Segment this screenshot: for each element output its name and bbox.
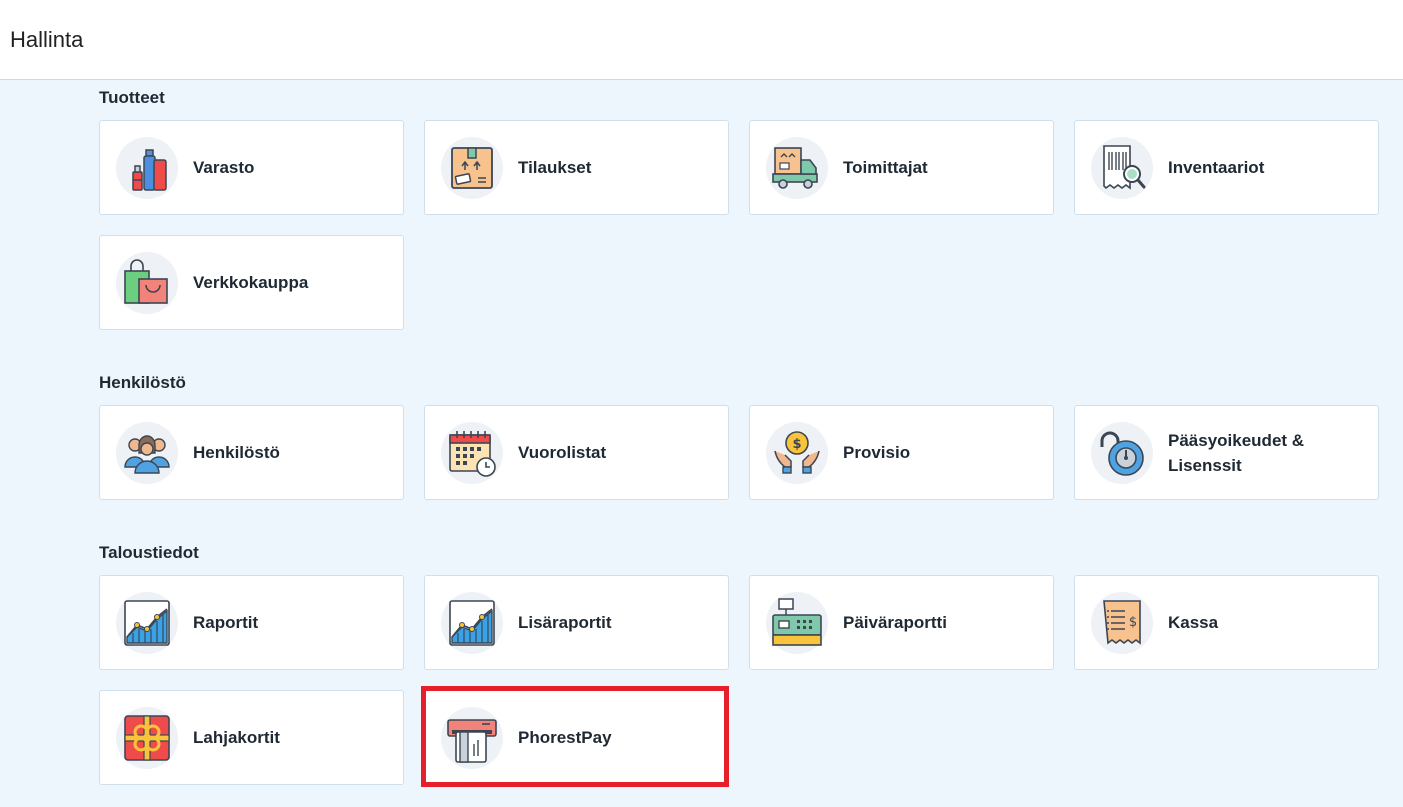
card-lahjakortit[interactable]: Lahjakortit [99,690,404,785]
top-bar: Hallinta [0,0,1403,80]
section-title-staff: Henkilöstö [99,373,186,392]
package-icon [441,137,503,199]
card-label: Raportit [193,613,259,632]
card-paivaraportti[interactable]: Päiväraportti [749,575,1054,670]
card-label: Verkkokauppa [193,273,309,292]
cash-register-icon [766,592,828,654]
page-title: Hallinta [10,27,84,52]
card-label: Kassa [1168,613,1219,632]
svg-text:$: $ [1129,615,1137,630]
card-paasyoikeudet[interactable]: Pääsyoikeudet & Lisenssit [1074,405,1379,500]
coin-hands-icon: $ [766,422,828,484]
card-kassa[interactable]: $ Kassa [1074,575,1379,670]
svg-text:$: $ [792,437,801,452]
card-label: Toimittajat [843,158,928,177]
calendar-clock-icon [441,422,503,484]
card-label: Päiväraportti [843,613,947,632]
shopping-bags-icon [116,252,178,314]
delivery-truck-icon [766,137,828,199]
card-henkilosto[interactable]: Henkilöstö [99,405,404,500]
card-phorestpay[interactable]: PhorestPay [424,690,729,785]
cosmetics-icon [116,137,178,199]
card-label: Pääsyoikeudet & Lisenssit [1168,430,1305,475]
barcode-search-icon [1091,137,1153,199]
card-label: Vuorolistat [518,443,607,462]
card-label: Provisio [843,443,911,462]
card-label: Lisäraportit [518,613,612,632]
card-lisaraportit[interactable]: Lisäraportit [424,575,729,670]
card-label: PhorestPay [518,728,612,747]
growth-chart-icon [441,592,503,654]
card-provisio[interactable]: $ Provisio [749,405,1054,500]
card-label: Inventaariot [1168,158,1265,177]
card-vuorolistat[interactable]: Vuorolistat [424,405,729,500]
padlock-dial-icon [1091,422,1153,484]
people-group-icon [116,422,178,484]
section-title-products: Tuotteet [99,88,165,107]
card-verkkokauppa[interactable]: Verkkokauppa [99,235,404,330]
card-label: Varasto [193,158,255,177]
card-inventaariot[interactable]: Inventaariot [1074,120,1379,215]
growth-chart-icon [116,592,178,654]
receipt-icon: $ [1091,592,1153,654]
card-label: Lahjakortit [193,728,280,747]
card-toimittajat[interactable]: Toimittajat [749,120,1054,215]
card-varasto[interactable]: Varasto [99,120,404,215]
card-tilaukset[interactable]: Tilaukset [424,120,729,215]
gift-card-icon [116,707,178,769]
card-label: Tilaukset [518,158,592,177]
card-raportit[interactable]: Raportit [99,575,404,670]
section-title-finance: Taloustiedot [99,543,199,562]
card-label: Henkilöstö [193,443,280,462]
card-terminal-icon [441,707,503,769]
